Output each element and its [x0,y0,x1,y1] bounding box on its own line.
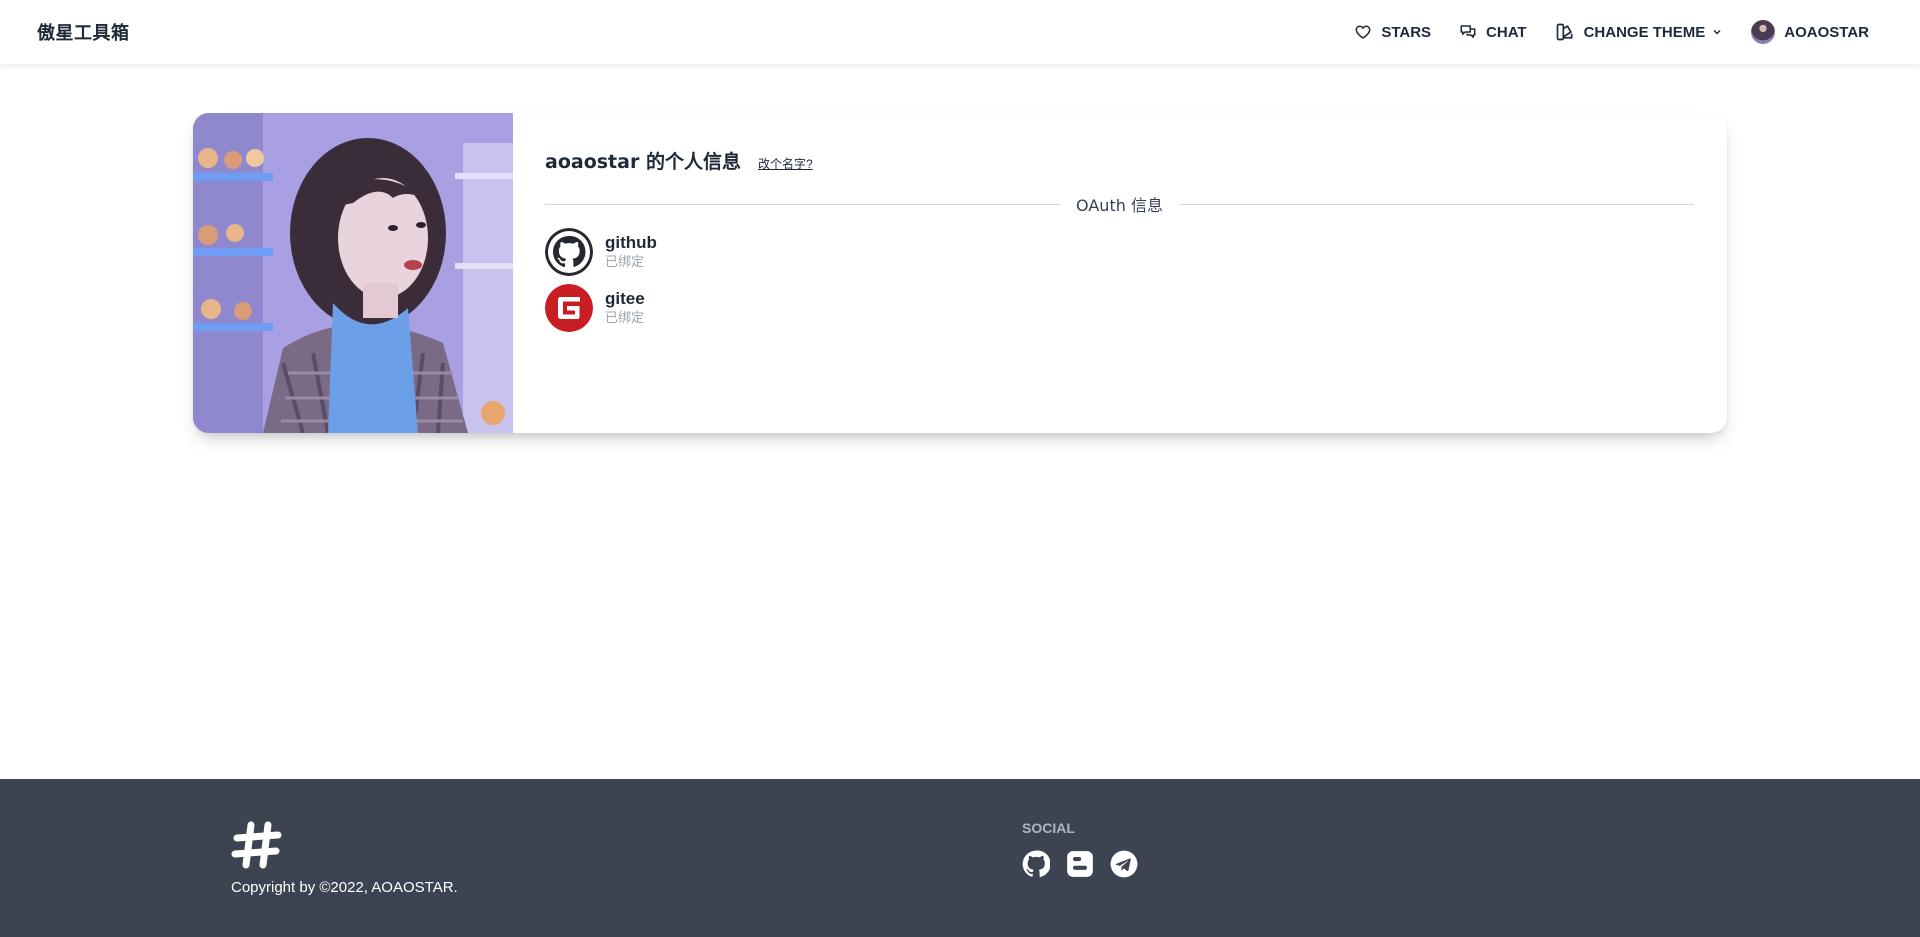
nav-menu: STARS CHAT CHANGE THEME AOAOSTAR [1340,0,1883,64]
nav-username: AOAOSTAR [1784,23,1869,41]
profile-card: aoaostar 的个人信息 改个名字? OAuth 信息 github 已绑定 [193,113,1727,433]
profile-photo-illustration [193,113,513,433]
oauth-name: gitee [605,289,645,308]
divider-line-right [1178,203,1694,205]
nav-chat-label: CHAT [1486,23,1527,41]
profile-photo [193,113,513,433]
telegram-icon[interactable] [1110,850,1138,878]
profile-header: aoaostar 的个人信息 改个名字? [545,147,1694,174]
oauth-divider-label: OAuth 信息 [1076,196,1163,215]
blogger-icon[interactable] [1066,850,1094,878]
github-icon [545,228,593,276]
github-icon[interactable] [1022,850,1050,878]
footer-social: SOCIAL [1022,820,1154,878]
oauth-list: github 已绑定 gitee 已绑定 [545,228,1694,332]
divider-line-left [545,203,1061,205]
chat-icon [1460,25,1476,38]
oauth-divider: OAuth 信息 [545,193,1694,215]
nav-user-menu[interactable]: AOAOSTAR [1737,12,1883,52]
copyright-text: Copyright by ©2022, AOAOSTAR. [231,879,458,896]
social-title: SOCIAL [1022,820,1075,836]
oauth-name: github [605,233,657,252]
oauth-gitee-text: gitee 已绑定 [605,289,645,327]
social-icon-list [1022,850,1154,878]
oauth-status: 已绑定 [605,310,645,325]
profile-title: aoaostar 的个人信息 [545,151,741,173]
site-brand[interactable]: 傲星工具箱 [37,19,130,45]
oauth-item-gitee[interactable]: gitee 已绑定 [545,284,1694,332]
rename-link[interactable]: 改个名字? [758,155,813,172]
oauth-status: 已绑定 [605,254,645,269]
theme-icon [1556,23,1573,41]
footer: Copyright by ©2022, AOAOSTAR. SOCIAL [0,779,1920,937]
profile-card-body: aoaostar 的个人信息 改个名字? OAuth 信息 github 已绑定 [513,113,1727,433]
nav-change-theme-label: CHANGE THEME [1583,23,1706,41]
nav-change-theme[interactable]: CHANGE THEME [1541,12,1738,52]
nav-chat[interactable]: CHAT [1445,12,1541,52]
hash-logo-icon [231,821,282,869]
oauth-github-text: github 已绑定 [605,233,657,271]
nav-stars-label: STARS [1381,23,1432,41]
oauth-item-github[interactable]: github 已绑定 [545,228,1694,276]
nav-stars[interactable]: STARS [1340,12,1445,52]
gitee-icon [545,284,593,332]
heart-icon [1355,25,1371,39]
top-navbar: 傲星工具箱 STARS CHAT CHANGE THEME AOAOSTAR [0,0,1920,64]
footer-brand: Copyright by ©2022, AOAOSTAR. [231,819,458,896]
chevron-down-icon [1713,29,1721,35]
avatar [1751,20,1776,44]
